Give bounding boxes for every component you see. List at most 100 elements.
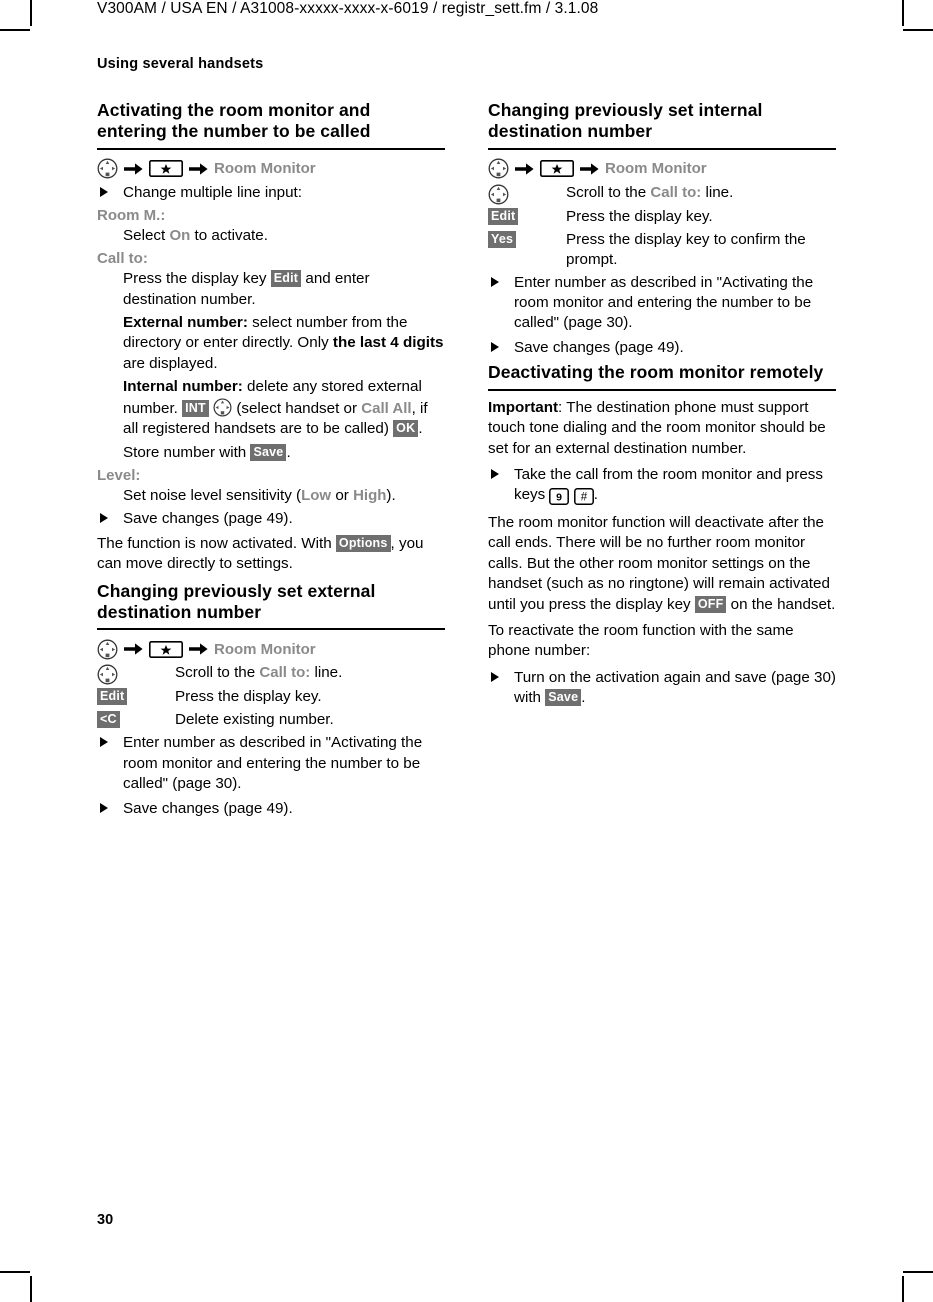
crop-mark-bottom-left-vertical <box>30 1276 32 1302</box>
heading-rule <box>488 388 836 391</box>
navigation-key-icon[interactable] <box>488 184 509 205</box>
triangle-bullet-icon <box>100 737 108 748</box>
triangle-bullet-icon <box>100 513 108 524</box>
display-key-ok[interactable]: OK <box>393 420 419 438</box>
list-item: Enter number as described in "Activating… <box>488 273 836 334</box>
step-row: Edit Press the display key. <box>488 207 836 228</box>
menu-value-low[interactable]: Low <box>301 487 331 504</box>
definition-body-call-to: Press the display key Edit and enter des… <box>97 269 445 310</box>
menu-value-call-all[interactable]: Call All <box>361 400 411 417</box>
page-body: Activating the room monitor and entering… <box>97 100 837 823</box>
text: to activate. <box>190 226 268 244</box>
digit-9-key-icon[interactable]: 9 <box>549 488 570 508</box>
crop-mark-bottom-right-horizontal <box>903 1271 933 1273</box>
menu-item-room-monitor[interactable]: Room Monitor <box>605 160 707 177</box>
list-item: Save changes (page 49). <box>97 509 445 529</box>
text: (select handset or <box>232 399 362 417</box>
menu-item-room-monitor[interactable]: Room Monitor <box>214 641 316 658</box>
crop-mark-top-right-vertical <box>902 0 904 26</box>
navigation-key-icon[interactable] <box>97 639 118 660</box>
running-head: V300AM / USA EN / A31008-xxxxx-xxxx-x-60… <box>97 0 599 17</box>
step-description: Scroll to the Call to: line. <box>175 663 445 683</box>
navigation-key-icon[interactable] <box>488 158 509 179</box>
navigation-key-icon[interactable] <box>213 398 232 417</box>
step-slot: <C <box>97 710 175 729</box>
menu-item-room-monitor[interactable]: Room Monitor <box>214 160 316 177</box>
step-row: Scroll to the Call to: line. <box>97 663 445 685</box>
triangle-bullet-icon <box>100 186 108 197</box>
display-key-save[interactable]: Save <box>545 689 582 707</box>
list-item-label: Take the call from the room monitor and … <box>514 466 823 506</box>
triangle-bullet-icon <box>100 802 108 813</box>
navigation-key-icon[interactable] <box>97 158 118 179</box>
step-row: Yes Press the display key to confirm the… <box>488 230 836 271</box>
display-key-options[interactable]: Options <box>335 534 391 552</box>
display-key-save[interactable]: Save <box>250 443 287 461</box>
text: Set noise level sensitivity ( <box>123 486 302 504</box>
star-key-icon[interactable] <box>149 160 183 178</box>
step-slot <box>97 663 175 685</box>
display-key-edit[interactable]: Edit <box>97 688 128 706</box>
svg-text:9: 9 <box>557 492 563 504</box>
display-key-int[interactable]: INT <box>182 399 209 417</box>
menu-path-changing-external: Room Monitor <box>97 637 445 661</box>
right-column: Changing previously set internal destina… <box>488 100 836 823</box>
menu-value-on[interactable]: On <box>169 227 190 244</box>
step-slot: Edit <box>97 687 175 706</box>
menu-value-call-to[interactable]: Call to: <box>650 184 701 201</box>
menu-value-high[interactable]: High <box>353 487 386 504</box>
list-item-label: Enter number as described in "Activating… <box>123 734 423 793</box>
heading-changing-internal-destination: Changing previously set internal destina… <box>488 100 763 142</box>
heading-activating-room-monitor: Activating the room monitor and entering… <box>97 100 371 142</box>
star-key-icon[interactable] <box>149 640 183 658</box>
display-key-yes[interactable]: Yes <box>488 230 517 248</box>
hash-key-icon[interactable]: # <box>573 488 594 508</box>
list-item-label: Change multiple line input: <box>123 183 302 201</box>
text: ). <box>386 486 396 504</box>
text: on the handset. <box>726 595 836 613</box>
definition-body-store-number: Store number with Save. <box>97 443 445 463</box>
list-item: Enter number as described in "Activating… <box>97 733 445 794</box>
step-row: Scroll to the Call to: line. <box>488 183 836 205</box>
paragraph-function-activated: The function is now activated. With Opti… <box>97 534 445 575</box>
list-item: Turn on the activation again and save (p… <box>488 668 836 709</box>
star-key-icon[interactable] <box>540 160 574 178</box>
definition-label-level: Level: <box>97 467 141 484</box>
paragraph-reactivate: To reactivate the room function with the… <box>488 622 794 660</box>
text: or <box>331 486 354 504</box>
definition-label-call-to: Call to: <box>97 250 148 268</box>
definition-body-internal-number: Internal number: delete any stored exter… <box>97 377 445 439</box>
triangle-bullet-icon <box>491 276 499 287</box>
text: are displayed. <box>123 354 218 372</box>
page-number: 30 <box>97 1212 114 1228</box>
menu-path-changing-internal: Room Monitor <box>488 157 836 181</box>
heading-rule <box>97 147 445 150</box>
paragraph-deactivate-info: The room monitor function will deactivat… <box>488 513 836 615</box>
left-column: Activating the room monitor and entering… <box>97 100 445 823</box>
important-label: Important <box>488 398 559 416</box>
menu-value-call-to[interactable]: Call to: <box>259 664 310 681</box>
display-key-edit[interactable]: Edit <box>488 207 519 225</box>
paragraph-important: Important: The destination phone must su… <box>488 398 836 459</box>
display-key-edit[interactable]: Edit <box>270 270 302 288</box>
step-slot: Edit <box>488 207 566 226</box>
text: line. <box>701 183 734 201</box>
display-key-off[interactable]: OFF <box>694 595 727 613</box>
step-row: <C Delete existing number. <box>97 710 445 731</box>
display-key-delete[interactable]: <C <box>97 711 120 729</box>
crop-mark-top-left-horizontal <box>0 29 30 31</box>
navigation-key-icon[interactable] <box>97 664 118 685</box>
text: line. <box>310 664 343 682</box>
heading-changing-external-destination: Changing previously set external destina… <box>97 580 376 622</box>
external-number-label: External number: <box>123 313 248 331</box>
text: . <box>593 486 598 504</box>
list-item-label: Save changes (page 49). <box>514 338 684 356</box>
definition-body-level: Set noise level sensitivity (Low or High… <box>97 486 445 506</box>
definition-label-room-m: Room M.: <box>97 207 166 225</box>
step-slot: Yes <box>488 230 566 249</box>
step-description: Scroll to the Call to: line. <box>566 183 836 203</box>
step-row: Edit Press the display key. <box>97 687 445 708</box>
list-item-label: Save changes (page 49). <box>123 799 293 817</box>
menu-path-activating: Room Monitor <box>97 157 445 181</box>
step-slot <box>488 183 566 205</box>
